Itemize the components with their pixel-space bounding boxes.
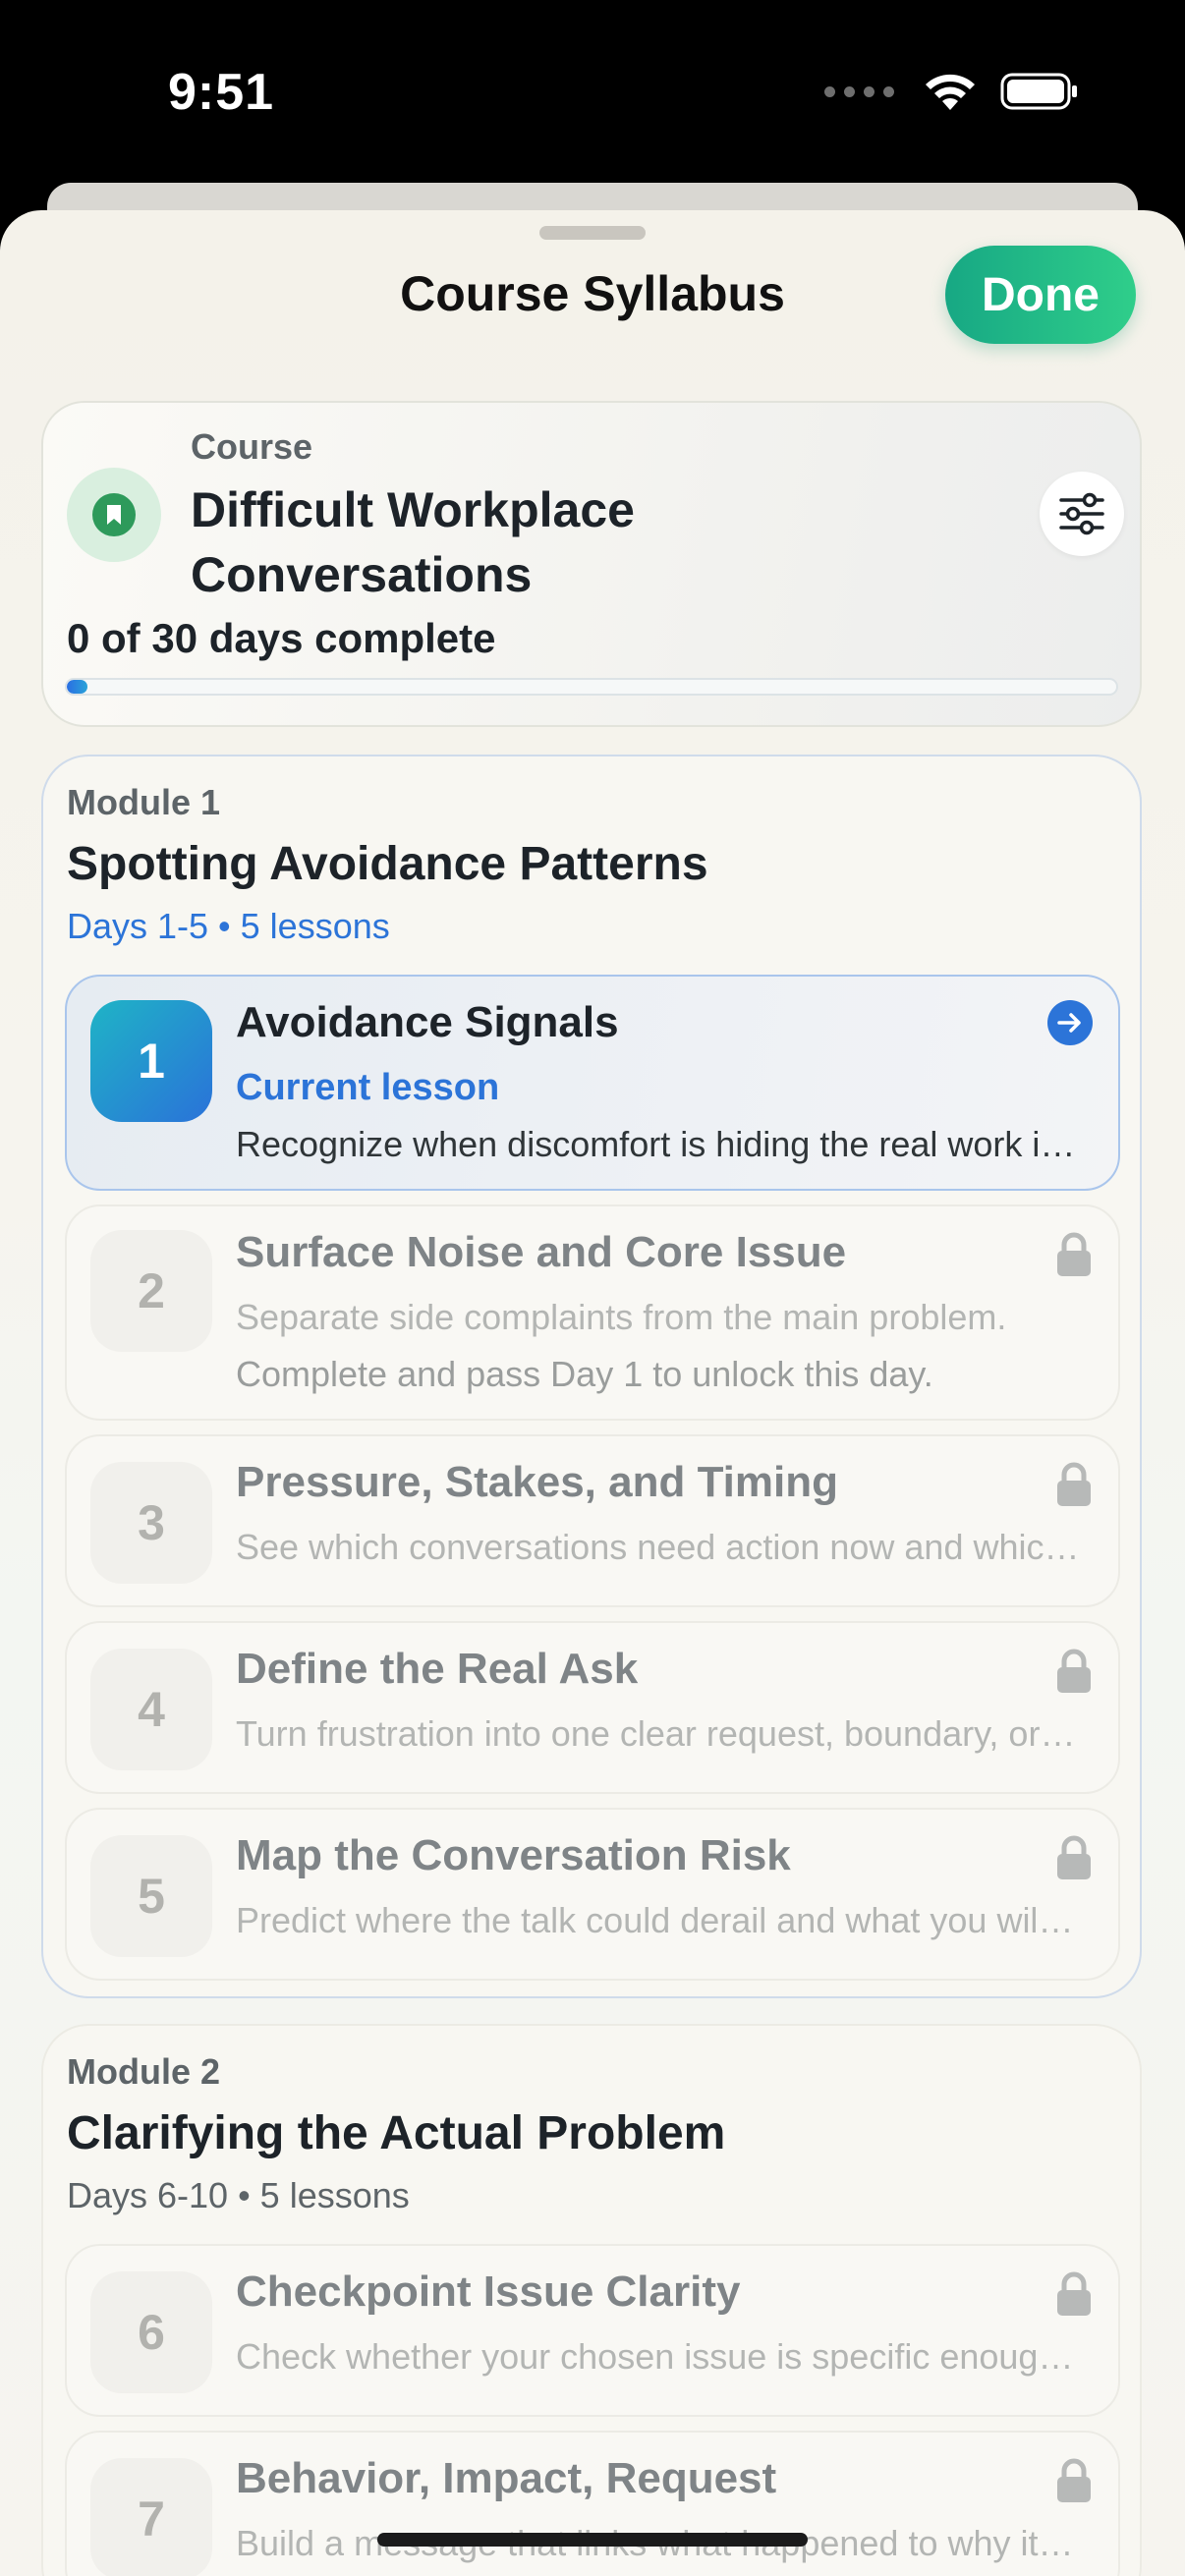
lesson-title: Pressure, Stakes, and Timing (236, 1458, 838, 1506)
lesson-description: See which conversations need action now … (236, 1527, 1081, 1567)
arrow-right-circle-icon[interactable] (1047, 1000, 1093, 1045)
lesson-row[interactable]: 5 Map the Conversation Risk Predict wher… (65, 1808, 1120, 1981)
course-kicker: Course (191, 426, 313, 467)
lesson-number-badge: 2 (90, 1230, 212, 1352)
status-time: 9:51 (168, 64, 275, 121)
lock-icon (1057, 1835, 1091, 1879)
lesson-title: Map the Conversation Risk (236, 1831, 791, 1879)
lesson-title: Behavior, Impact, Request (236, 2454, 777, 2502)
module-card: Module 1 Spotting Avoidance Patterns Day… (41, 755, 1142, 1998)
lesson-description: Predict where the talk could derail and … (236, 1900, 1081, 1940)
lesson-row[interactable]: 2 Surface Noise and Core Issue Separate … (65, 1204, 1120, 1421)
module-card: Module 2 Clarifying the Actual Problem D… (41, 2024, 1142, 2576)
lesson-title: Checkpoint Issue Clarity (236, 2268, 741, 2316)
lesson-title: Avoidance Signals (236, 998, 619, 1046)
module-kicker: Module 1 (67, 782, 221, 822)
progress-bar (65, 678, 1118, 696)
lesson-row[interactable]: 7 Behavior, Impact, Request Build a mess… (65, 2431, 1120, 2576)
lock-icon (1057, 1462, 1091, 1506)
filter-button[interactable] (1040, 472, 1124, 556)
lesson-number-badge: 1 (90, 1000, 212, 1122)
lesson-title: Define the Real Ask (236, 1645, 639, 1693)
lesson-unlock-note: Complete and pass Day 1 to unlock this d… (236, 1354, 933, 1394)
lesson-status: Current lesson (236, 1067, 500, 1108)
lesson-row[interactable]: 3 Pressure, Stakes, and Timing See which… (65, 1434, 1120, 1607)
lesson-row[interactable]: 6 Checkpoint Issue Clarity Check whether… (65, 2244, 1120, 2417)
lesson-description: Separate side complaints from the main p… (236, 1297, 1007, 1337)
lesson-description: Turn frustration into one clear request,… (236, 1713, 1081, 1754)
course-name: Difficult Workplace Conversations (191, 482, 635, 602)
module-subtitle: Days 6-10 • 5 lessons (67, 2175, 410, 2215)
lesson-row[interactable]: 4 Define the Real Ask Turn frustration i… (65, 1621, 1120, 1794)
lesson-number-badge: 7 (90, 2458, 212, 2576)
bookmark-icon (67, 468, 161, 562)
lock-icon (1057, 2271, 1091, 2316)
cellular-dots-icon (824, 85, 894, 97)
lesson-description: Check whether your chosen issue is speci… (236, 2336, 1081, 2377)
lesson-number-badge: 6 (90, 2271, 212, 2393)
progress-fill (67, 680, 88, 694)
lesson-title: Surface Noise and Core Issue (236, 1228, 847, 1276)
lesson-number-badge: 5 (90, 1835, 212, 1957)
module-title: Spotting Avoidance Patterns (67, 838, 708, 890)
lock-icon (1057, 2458, 1091, 2502)
syllabus-sheet: Course Syllabus Done Course Difficult Wo… (0, 210, 1185, 2576)
wifi-icon (926, 74, 975, 110)
module-kicker: Module 2 (67, 2051, 221, 2092)
home-indicator[interactable] (377, 2533, 808, 2547)
progress-label: 0 of 30 days complete (67, 615, 496, 661)
lesson-number-badge: 3 (90, 1462, 212, 1584)
lesson-number-badge: 4 (90, 1649, 212, 1770)
status-bar: 9:51 (0, 0, 1185, 187)
battery-icon (1000, 73, 1077, 110)
sheet-grabber[interactable] (539, 226, 646, 240)
lock-icon (1057, 1232, 1091, 1276)
lock-icon (1057, 1649, 1091, 1693)
module-title: Clarifying the Actual Problem (67, 2107, 726, 2159)
status-icons (824, 71, 1079, 112)
course-card: Course Difficult Workplace Conversations… (41, 401, 1142, 727)
sliders-icon (1059, 492, 1104, 535)
lesson-row-current[interactable]: 1 Avoidance Signals Current lesson Recog… (65, 975, 1120, 1191)
lesson-description: Recognize when discomfort is hiding the … (236, 1124, 1081, 1164)
done-button[interactable]: Done (945, 246, 1136, 344)
module-subtitle: Days 1-5 • 5 lessons (67, 906, 390, 946)
